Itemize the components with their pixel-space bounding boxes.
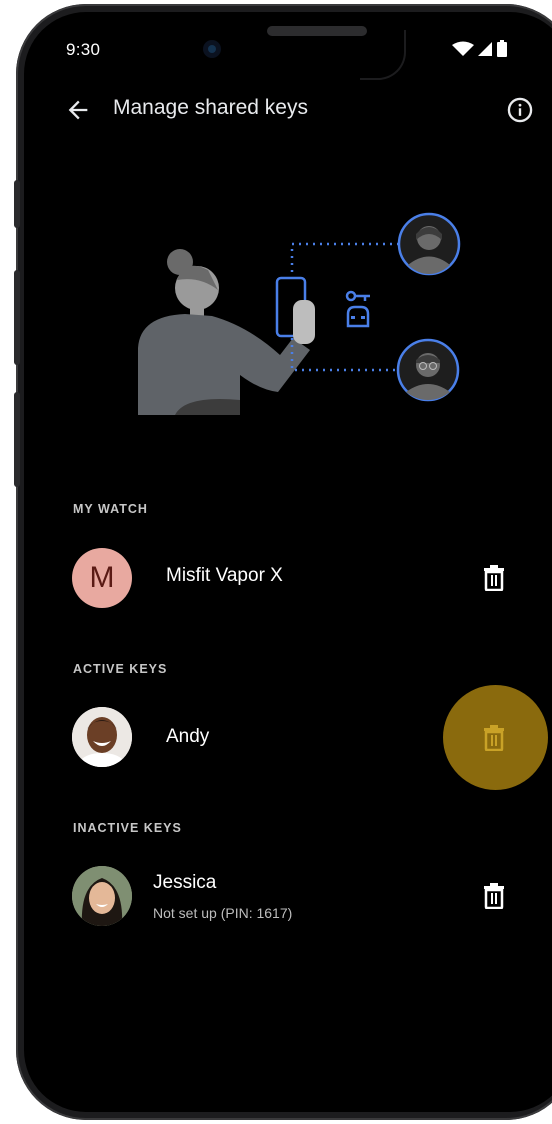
avatar [72, 866, 132, 926]
signal-icon [478, 42, 492, 56]
avatar: M [72, 548, 132, 608]
wifi-icon [452, 41, 474, 56]
section-label-my-watch: MY WATCH [73, 502, 148, 516]
side-button [14, 270, 20, 365]
back-arrow-icon[interactable] [64, 96, 92, 124]
trash-icon[interactable] [483, 883, 505, 909]
avatar-letter: M [89, 561, 115, 594]
status-icons [452, 40, 508, 58]
front-camera [203, 40, 221, 58]
section-label-inactive-keys: INACTIVE KEYS [73, 821, 182, 835]
key-holder-name: Andy [166, 726, 210, 747]
key-status-subtitle: Not set up (PIN: 1617) [153, 905, 293, 921]
status-time: 9:30 [66, 40, 101, 59]
side-button [14, 392, 20, 487]
info-icon[interactable] [506, 96, 534, 124]
section-label-active-keys: ACTIVE KEYS [73, 662, 168, 676]
speaker-notch [267, 26, 367, 36]
side-button [14, 180, 20, 228]
trash-icon[interactable] [483, 725, 505, 751]
key-holder-name: Jessica [153, 872, 217, 893]
battery-icon [497, 40, 507, 57]
jessica-photo [72, 866, 132, 926]
shared-keys-illustration [138, 212, 461, 415]
watch-name: Misfit Vapor X [166, 565, 283, 586]
page-title: Manage shared keys [113, 96, 308, 119]
andy-photo [72, 707, 132, 767]
car-key-icon [345, 290, 370, 328]
avatar [72, 707, 132, 767]
trash-icon[interactable] [483, 565, 505, 591]
